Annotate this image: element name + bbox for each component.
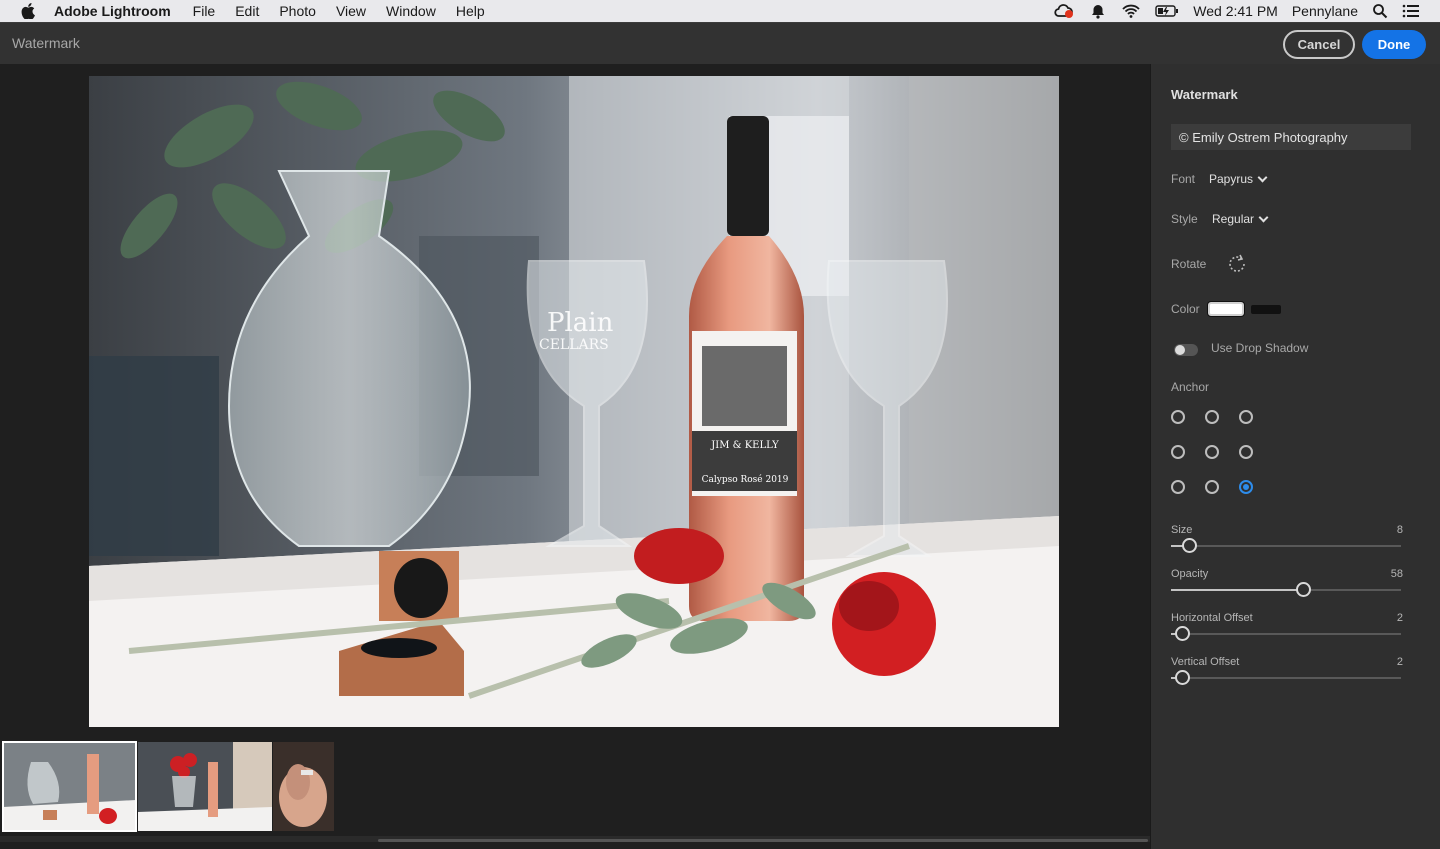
filmstrip-thumbnail[interactable] [2, 741, 137, 832]
notification-bell-icon[interactable] [1089, 3, 1107, 19]
filmstrip-scrollbar[interactable] [0, 836, 1150, 842]
wine-label-vintage: Calypso Rosé 2019 [702, 474, 789, 485]
anchor-middle-right[interactable] [1239, 445, 1253, 459]
filmstrip [0, 740, 1150, 836]
menu-file[interactable]: File [193, 3, 216, 19]
watermark-panel: Watermark Font Papyrus Style Regular Rot… [1150, 64, 1440, 849]
slider-value: 58 [1390, 568, 1403, 580]
filmstrip-thumbnail[interactable] [138, 742, 272, 831]
font-label: Font [1171, 172, 1196, 186]
color-label: Color [1171, 302, 1200, 316]
panel-heading: Watermark [1171, 87, 1238, 102]
slider-label: Opacity [1171, 568, 1209, 580]
clock[interactable]: Wed 2:41 PM [1193, 3, 1278, 19]
rotate-label: Rotate [1171, 257, 1207, 271]
cancel-button[interactable]: Cancel [1283, 30, 1355, 59]
drop-shadow-toggle[interactable] [1174, 344, 1198, 356]
wifi-icon[interactable] [1121, 3, 1141, 19]
slider-handle[interactable] [1296, 582, 1311, 597]
slider-track[interactable] [1171, 545, 1401, 547]
menu-help[interactable]: Help [456, 3, 485, 19]
slider-value: 2 [1396, 656, 1403, 668]
style-dropdown[interactable]: Regular [1212, 212, 1269, 226]
anchor-middle-left[interactable] [1171, 445, 1185, 459]
glass-etching-subtext: CELLARS [539, 337, 609, 353]
menu-view[interactable]: View [336, 3, 366, 19]
font-dropdown[interactable]: Papyrus [1209, 172, 1268, 186]
photo-preview: Plain CELLARS JIM & KELLY Calypso Rosé 2… [89, 76, 1059, 727]
slider-track[interactable] [1171, 677, 1401, 679]
slider-value: 8 [1396, 524, 1403, 536]
style-dropdown-value: Regular [1212, 212, 1255, 226]
slider-label: Horizontal Offset [1171, 612, 1253, 624]
menu-bar: Adobe Lightroom File Edit Photo View Win… [0, 0, 1440, 22]
photo-canvas: Plain CELLARS JIM & KELLY Calypso Rosé 2… [0, 64, 1150, 839]
drop-shadow-label: Use Drop Shadow [1211, 341, 1309, 355]
anchor-bottom-left[interactable] [1171, 480, 1185, 494]
color-swatch-black[interactable] [1251, 305, 1281, 314]
style-label: Style [1171, 212, 1198, 226]
anchor-top-center[interactable] [1205, 410, 1219, 424]
anchor-label: Anchor [1171, 380, 1210, 394]
slider-handle[interactable] [1182, 538, 1197, 553]
dialog-title-bar: Watermark Cancel Done [0, 22, 1440, 64]
anchor-top-left[interactable] [1171, 410, 1185, 424]
slider-fill [1171, 589, 1304, 591]
font-dropdown-value: Papyrus [1209, 172, 1254, 186]
slider-handle[interactable] [1175, 626, 1190, 641]
slider-label: Vertical Offset [1171, 656, 1240, 668]
slider-track[interactable] [1171, 633, 1401, 635]
creative-cloud-icon[interactable] [1053, 3, 1075, 19]
toggle-knob [1175, 345, 1185, 355]
color-swatch-white[interactable] [1208, 302, 1244, 316]
battery-icon[interactable] [1155, 4, 1179, 18]
anchor-center[interactable] [1205, 445, 1219, 459]
status-area: Wed 2:41 PM Pennylane [1053, 0, 1420, 22]
wine-label-names: JIM & KELLY [710, 440, 779, 451]
menu-photo[interactable]: Photo [279, 3, 316, 19]
slider-label: Size [1171, 524, 1193, 536]
chevron-down-icon [1257, 172, 1268, 182]
menu-window[interactable]: Window [386, 3, 436, 19]
rotate-icon[interactable] [1226, 253, 1248, 280]
user-name[interactable]: Pennylane [1292, 3, 1358, 19]
scrollbar-thumb[interactable] [378, 839, 1148, 842]
filmstrip-thumbnail[interactable] [273, 742, 334, 831]
spotlight-search-icon[interactable] [1372, 3, 1388, 19]
slider-handle[interactable] [1175, 670, 1190, 685]
done-button[interactable]: Done [1362, 30, 1426, 59]
anchor-bottom-center[interactable] [1205, 480, 1219, 494]
menu-edit[interactable]: Edit [235, 3, 259, 19]
dialog-title: Watermark [12, 35, 80, 51]
app-name-menu[interactable]: Adobe Lightroom [54, 3, 171, 19]
apple-icon[interactable] [20, 3, 36, 19]
anchor-top-right[interactable] [1239, 410, 1253, 424]
control-center-icon[interactable] [1402, 4, 1420, 18]
slider-value: 2 [1396, 612, 1403, 624]
chevron-down-icon [1258, 212, 1269, 222]
watermark-text-input[interactable] [1171, 124, 1411, 150]
glass-etching-text: Plain [547, 308, 614, 338]
anchor-bottom-right[interactable] [1239, 480, 1253, 494]
